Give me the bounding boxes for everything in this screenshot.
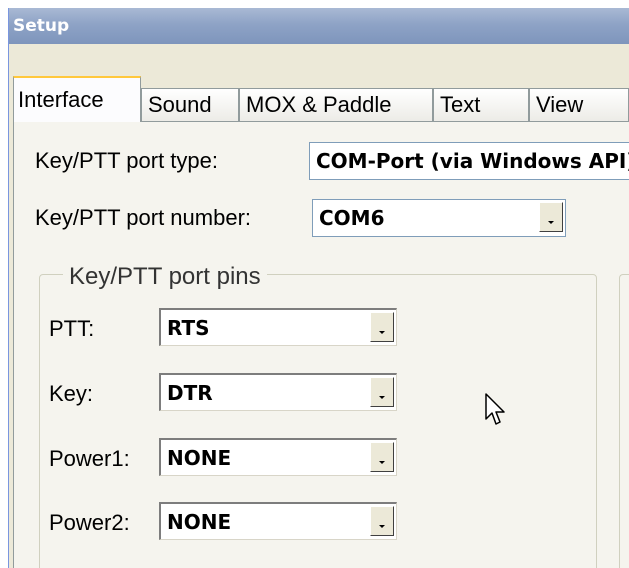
tab-text[interactable]: Text bbox=[433, 88, 529, 122]
power1-pin-value: NONE bbox=[167, 446, 232, 470]
tab-interface[interactable]: Interface bbox=[13, 76, 141, 122]
port-number-value: COM6 bbox=[319, 206, 385, 230]
key-pin-value: DTR bbox=[167, 381, 213, 405]
tab-view[interactable]: View bbox=[529, 88, 629, 122]
mouse-pointer-icon bbox=[485, 393, 505, 425]
key-label: Key: bbox=[49, 381, 94, 406]
ptt-pin-value: RTS bbox=[167, 316, 210, 340]
title-bar[interactable]: Setup bbox=[9, 8, 629, 44]
right-groupbox bbox=[619, 274, 629, 568]
power1-label: Power1: bbox=[49, 446, 130, 471]
chevron-down-icon[interactable] bbox=[370, 442, 394, 472]
port-type-combo[interactable]: COM-Port (via Windows API) bbox=[309, 142, 629, 180]
port-number-combo[interactable]: COM6 bbox=[312, 199, 566, 237]
port-type-value: COM-Port (via Windows API) bbox=[316, 149, 629, 173]
setup-window: Setup Interface Sound MOX & Paddle Text … bbox=[8, 8, 629, 568]
chevron-down-icon[interactable] bbox=[370, 377, 394, 407]
power1-pin-combo[interactable]: NONE bbox=[159, 438, 397, 476]
power2-label: Power2: bbox=[49, 510, 130, 535]
port-number-label: Key/PTT port number: bbox=[35, 205, 252, 230]
tab-sound[interactable]: Sound bbox=[141, 88, 239, 122]
chevron-down-icon[interactable] bbox=[370, 506, 394, 536]
tab-mox-paddle[interactable]: MOX & Paddle bbox=[239, 88, 433, 122]
power2-pin-value: NONE bbox=[167, 510, 232, 534]
window-title: Setup bbox=[13, 16, 70, 36]
chevron-down-icon[interactable] bbox=[370, 312, 394, 342]
power2-pin-combo[interactable]: NONE bbox=[159, 502, 397, 540]
ptt-label: PTT: bbox=[49, 316, 95, 341]
chevron-down-icon[interactable] bbox=[539, 202, 563, 232]
port-type-label: Key/PTT port type: bbox=[35, 148, 219, 173]
ptt-pin-combo[interactable]: RTS bbox=[159, 308, 397, 346]
port-pins-group-title: Key/PTT port pins bbox=[63, 264, 267, 290]
key-pin-combo[interactable]: DTR bbox=[159, 373, 397, 411]
